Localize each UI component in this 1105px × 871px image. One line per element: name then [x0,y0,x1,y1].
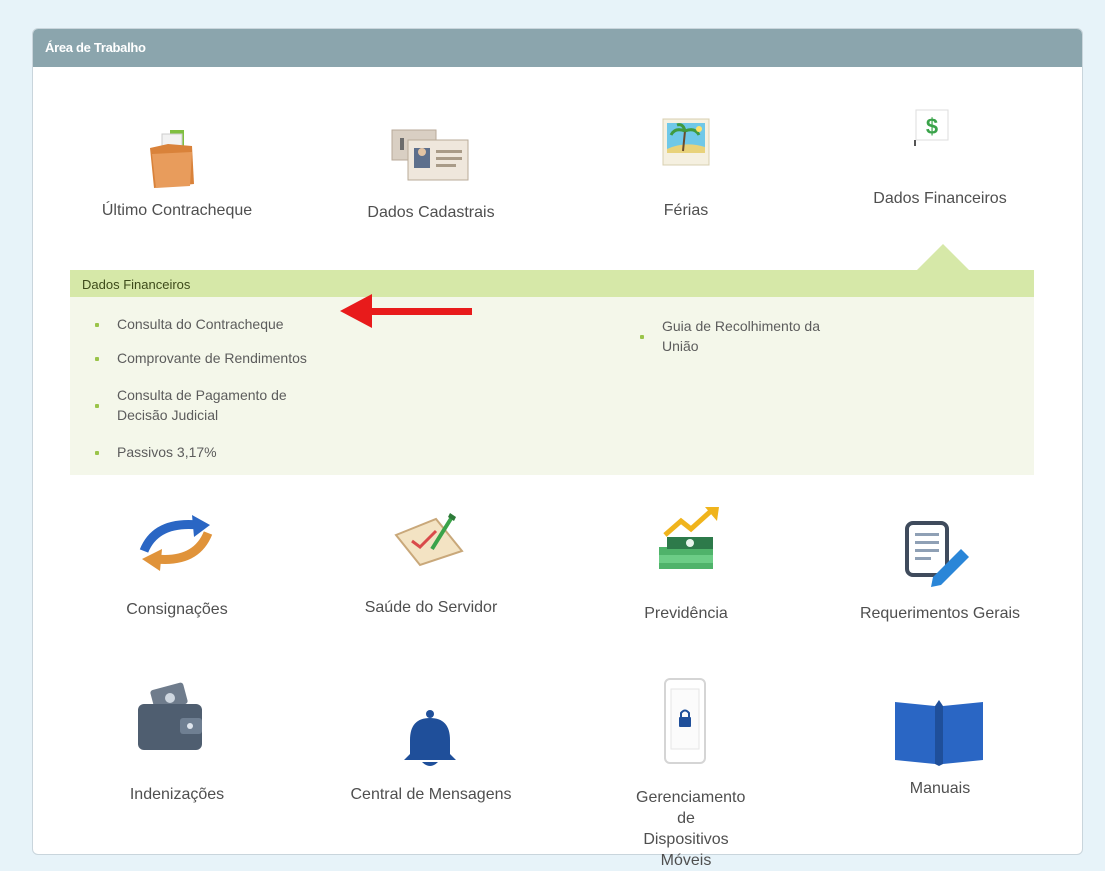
svg-text:$: $ [926,114,938,139]
folder-icon [150,130,194,188]
tile-label: Gerenciamento de Dispositivos Móveis [636,789,746,869]
tile-label: Previdência [644,605,728,622]
tile-ultimo-contracheque[interactable]: Último Contracheque [52,120,302,230]
tile-dados-financeiros[interactable]: $ Dados Financeiros [815,100,1065,220]
tile-indenizacoes[interactable]: Indenizações [52,680,302,810]
submenu-item-consulta-contracheque[interactable]: Consulta do Contracheque [95,314,337,334]
tile-ferias[interactable]: Férias [561,115,811,230]
tile-central-mensagens[interactable]: Central de Mensagens [306,690,556,810]
submenu-item-comprovante-rendimentos[interactable]: Comprovante de Rendimentos [95,348,357,368]
tile-label: Requerimentos Gerais [859,605,1021,622]
wallet-icon [138,682,202,750]
tile-label: Férias [663,202,709,219]
submenu-item-guia-recolhimento[interactable]: Guia de Recolhimento da União [640,316,860,356]
tile-label: Manuais [909,780,971,797]
tile-dispositivos-moveis[interactable]: Gerenciamento de Dispositivos Móveis [561,675,811,869]
panel-title: Área de Trabalho [33,29,1082,67]
tile-label: Saúde do Servidor [364,599,498,616]
annotation-arrow-icon [340,294,472,328]
tile-dados-cadastrais[interactable]: Dados Cadastrais [306,120,556,230]
dollar-document-icon: $ [914,109,949,146]
bell-icon [404,710,456,766]
vacation-photo-icon [662,118,710,166]
tile-requerimentos-gerais[interactable]: Requerimentos Gerais [815,505,1065,625]
submenu-item-passivos[interactable]: Passivos 3,17% [95,442,337,462]
tile-previdencia[interactable]: Previdência [561,505,811,625]
bullet-icon [95,357,99,361]
id-cards-icon [391,129,469,181]
money-growth-icon [659,507,719,569]
bullet-icon [640,335,644,339]
submenu-item-decisao-judicial[interactable]: Consulta de Pagamento de Decisão Judicia… [95,385,337,425]
arrows-cycle-icon [139,515,213,571]
tile-label: Central de Mensagens [350,786,512,803]
document-edit-icon [905,521,969,587]
locked-phone-icon [664,678,706,764]
tile-consignacoes[interactable]: Consignações [52,505,302,625]
submenu-title: Dados Financeiros [70,270,1034,297]
tile-label: Último Contracheque [101,202,253,219]
submenu-pointer [917,244,969,270]
dados-financeiros-submenu: Dados Financeiros Consulta do Contracheq… [70,270,1034,475]
tile-label: Indenizações [129,786,225,803]
tile-label: Consignações [126,601,228,618]
tile-saude-servidor[interactable]: Saúde do Servidor [306,505,556,625]
bullet-icon [95,323,99,327]
bullet-icon [95,451,99,455]
bullet-icon [95,404,99,408]
health-checklist-icon [394,513,464,567]
tile-label: Dados Financeiros [873,190,1007,207]
tile-label: Dados Cadastrais [367,204,495,221]
book-icon [895,700,983,766]
tile-manuais[interactable]: Manuais [815,690,1065,810]
